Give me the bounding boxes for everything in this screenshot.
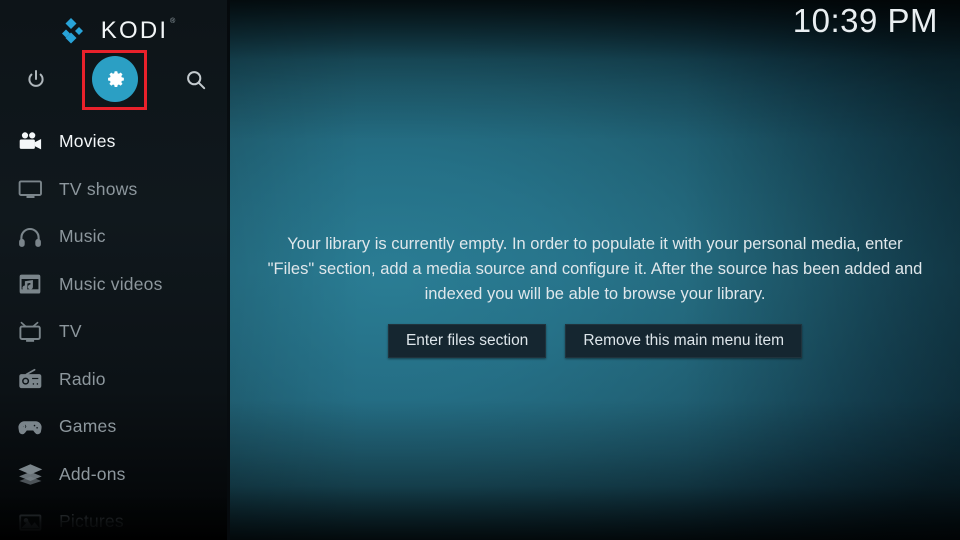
sidebar-item-tv-shows[interactable]: TV shows — [0, 166, 230, 214]
sidebar-item-movies[interactable]: Movies — [0, 118, 230, 166]
app-name-text: KODI — [100, 17, 169, 44]
remove-main-menu-item-button[interactable]: Remove this main menu item — [565, 324, 803, 358]
kodi-logo-icon — [61, 18, 90, 44]
sidebar-item-pictures[interactable]: Pictures — [0, 498, 230, 540]
sidebar-item-games[interactable]: Games — [0, 403, 230, 451]
trademark-mark: ® — [170, 18, 176, 25]
sidebar-item-tv[interactable]: TV — [0, 308, 230, 356]
television-icon — [9, 321, 51, 343]
power-button[interactable] — [13, 57, 59, 103]
gamepad-icon — [9, 416, 51, 438]
sidebar-item-label: Music — [59, 226, 106, 247]
enter-files-section-button[interactable]: Enter files section — [387, 324, 547, 358]
sidebar-item-label: Games — [59, 416, 117, 437]
sidebar-item-label: Music videos — [59, 273, 163, 294]
sidebar-item-music-videos[interactable]: Music videos — [0, 261, 230, 309]
sidebar-item-music[interactable]: Music — [0, 213, 230, 261]
kodi-logo-svg — [61, 18, 83, 44]
kodi-home-screen: 10:39 PM Your library is currently empty… — [0, 0, 960, 540]
headphones-icon — [9, 226, 51, 248]
search-icon — [187, 71, 206, 90]
main-menu: Movies TV shows Music Music videos TV Ra… — [0, 118, 230, 540]
sidebar-item-add-ons[interactable]: Add-ons — [0, 451, 230, 499]
app-name: KODI ® — [100, 17, 175, 45]
gear-icon — [107, 70, 124, 87]
sidebar-item-label: TV — [59, 321, 82, 342]
radio-icon — [9, 368, 51, 390]
picture-icon — [9, 511, 51, 533]
empty-library-actions: Enter files section Remove this main men… — [387, 324, 803, 358]
search-button[interactable] — [173, 57, 219, 103]
sidebar-item-label: Movies — [59, 131, 116, 152]
sidebar: KODI ® Movies TV shows Music Music video… — [0, 0, 230, 540]
sidebar-item-radio[interactable]: Radio — [0, 356, 230, 404]
sidebar-item-label: Add-ons — [59, 463, 126, 484]
sidebar-item-label: Radio — [59, 368, 106, 389]
tv-monitor-icon — [9, 178, 51, 200]
empty-library-block: Your library is currently empty. In orde… — [230, 232, 960, 358]
empty-library-message: Your library is currently empty. In orde… — [267, 235, 923, 303]
sidebar-item-label: TV shows — [59, 178, 138, 199]
clock: 10:39 PM — [792, 2, 938, 39]
music-film-icon — [9, 273, 51, 295]
settings-button[interactable] — [92, 56, 138, 102]
sidebar-item-label: Pictures — [59, 511, 124, 532]
addon-box-icon — [9, 463, 51, 485]
movie-camera-icon — [9, 131, 51, 153]
app-logo: KODI ® — [0, 14, 230, 48]
power-icon — [28, 70, 44, 87]
